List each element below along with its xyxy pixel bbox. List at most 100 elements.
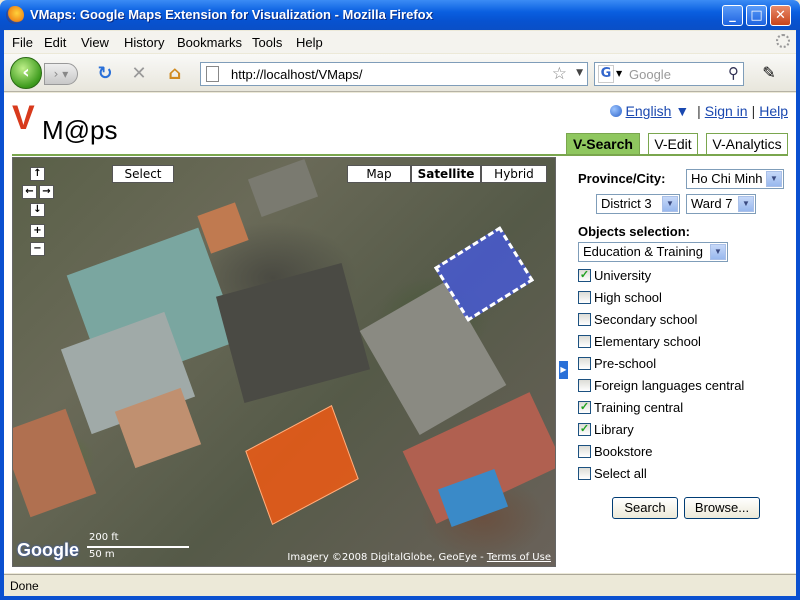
- checkbox[interactable]: [578, 357, 591, 370]
- satellite-map[interactable]: ↑ ← → ↓ + − Select Map Satellite Hybrid …: [12, 157, 556, 567]
- search-bar[interactable]: G ▼ Google ⚲: [594, 62, 744, 86]
- menu-tools[interactable]: Tools: [252, 35, 282, 50]
- close-button[interactable]: ✕: [770, 5, 791, 26]
- objects-label: Objects selection:: [578, 224, 690, 239]
- maximize-button[interactable]: □: [746, 5, 767, 26]
- scale-bar: [87, 546, 189, 548]
- province-value: Ho Chi Minh: [691, 171, 763, 186]
- copyright-text: Imagery ©2008 DigitalGlobe, GeoEye -: [287, 552, 487, 563]
- pan-left-button[interactable]: ←: [22, 185, 37, 199]
- tab-v-edit[interactable]: V-Edit: [648, 133, 698, 155]
- menu-view[interactable]: View: [81, 35, 109, 50]
- window-frame-bottom: [0, 596, 800, 600]
- tab-v-search[interactable]: V-Search: [566, 133, 640, 155]
- chevron-down-icon: ▼: [766, 171, 782, 187]
- library-polygon[interactable]: [245, 404, 359, 526]
- select-button[interactable]: Select: [112, 165, 174, 183]
- checkbox[interactable]: ✓: [578, 269, 591, 282]
- search-panel: Province/City: Ho Chi Minh ▼ District 3 …: [576, 163, 791, 563]
- pan-down-button[interactable]: ↓: [30, 203, 45, 217]
- pan-up-button[interactable]: ↑: [30, 167, 45, 181]
- search-placeholder: Google: [629, 67, 671, 82]
- terms-link[interactable]: Terms of Use: [487, 552, 551, 563]
- logo-text: M@ps: [42, 115, 118, 145]
- checkbox[interactable]: [578, 445, 591, 458]
- search-button[interactable]: Search: [612, 497, 678, 519]
- bookmark-star-icon[interactable]: ☆: [552, 64, 567, 84]
- map-type-map[interactable]: Map: [347, 165, 411, 183]
- separator: |: [751, 103, 756, 119]
- checkbox[interactable]: [578, 467, 591, 480]
- checkbox[interactable]: [578, 291, 591, 304]
- panel-toggle-button[interactable]: ▶: [559, 361, 568, 379]
- status-bar: Done: [4, 574, 796, 596]
- pan-right-button[interactable]: →: [39, 185, 54, 199]
- url-bar[interactable]: http://localhost/VMaps/ ☆ ▼: [200, 62, 588, 86]
- checkbox[interactable]: [578, 335, 591, 348]
- checkbox-label: Elementary school: [594, 334, 701, 349]
- zoom-in-button[interactable]: +: [30, 224, 45, 238]
- top-links: English ▼ | Sign in | Help: [609, 103, 788, 119]
- checkbox-label: Library: [594, 422, 634, 437]
- chevron-down-icon: ▼: [710, 244, 726, 260]
- app-tabs: V-Search V-Edit V-Analytics: [566, 133, 790, 155]
- minimize-button[interactable]: _: [722, 5, 743, 26]
- page-icon: [206, 66, 219, 82]
- back-button[interactable]: ‹: [10, 57, 42, 89]
- window-frame-right: [796, 30, 800, 600]
- firefox-icon: [6, 6, 24, 24]
- district-select[interactable]: District 3 ▼: [596, 194, 680, 214]
- help-link[interactable]: Help: [759, 103, 788, 119]
- map-scale: 200 ft 50 m: [87, 532, 191, 562]
- category-value: Education & Training: [583, 244, 703, 259]
- menu-bar: File Edit View History Bookmarks Tools H…: [4, 31, 796, 53]
- language-dropdown-icon[interactable]: ▼: [675, 103, 689, 119]
- reload-icon[interactable]: ↻: [94, 63, 116, 85]
- scale-feet: 200 ft: [89, 532, 119, 543]
- engine-dropdown-icon[interactable]: ▼: [616, 69, 622, 78]
- page-content: V M@ps English ▼ | Sign in | Help V-Search …: [4, 93, 796, 573]
- ward-select[interactable]: Ward 7 ▼: [686, 194, 756, 214]
- checkbox-label: Training central: [594, 400, 684, 415]
- province-select[interactable]: Ho Chi Minh ▼: [686, 169, 784, 189]
- home-icon[interactable]: ⌂: [164, 63, 186, 85]
- map-building: [215, 263, 371, 403]
- zoom-out-button[interactable]: −: [30, 242, 45, 256]
- checkbox[interactable]: ✓: [578, 401, 591, 414]
- globe-icon: [609, 105, 622, 117]
- map-type-hybrid[interactable]: Hybrid: [481, 165, 547, 183]
- menu-file[interactable]: File: [12, 35, 33, 50]
- forward-button[interactable]: › ▾: [44, 63, 78, 85]
- checkbox-label: Bookstore: [594, 444, 653, 459]
- window-title: VMaps: Google Maps Extension for Visuali…: [30, 7, 433, 22]
- menu-history[interactable]: History: [124, 35, 164, 50]
- signin-link[interactable]: Sign in: [705, 103, 748, 119]
- category-select[interactable]: Education & Training ▼: [578, 242, 728, 262]
- browse-button[interactable]: Browse...: [684, 497, 760, 519]
- logo-v-mark: V: [12, 99, 35, 137]
- language-link[interactable]: English: [626, 103, 672, 119]
- menu-bookmarks[interactable]: Bookmarks: [177, 35, 242, 50]
- checkbox[interactable]: [578, 313, 591, 326]
- menu-help[interactable]: Help: [296, 35, 323, 50]
- province-label: Province/City:: [578, 171, 666, 186]
- checkbox[interactable]: ✓: [578, 423, 591, 436]
- ward-value: Ward 7: [691, 196, 733, 211]
- google-logo: Google: [17, 540, 79, 560]
- tab-v-analytics[interactable]: V-Analytics: [706, 133, 788, 155]
- addon-tool-icon[interactable]: ✎: [756, 62, 782, 86]
- title-bar: VMaps: Google Maps Extension for Visuali…: [0, 0, 800, 30]
- map-building: [247, 158, 319, 218]
- search-icon[interactable]: ⚲: [728, 64, 739, 82]
- checkbox-label: Select all: [594, 466, 647, 481]
- chevron-down-icon: ▼: [738, 196, 754, 212]
- chevron-down-icon: ▼: [662, 196, 678, 212]
- vmaps-logo: V M@ps: [12, 99, 122, 147]
- google-engine-icon[interactable]: G: [598, 65, 614, 83]
- map-type-satellite[interactable]: Satellite: [411, 165, 481, 183]
- checkbox[interactable]: [578, 379, 591, 392]
- menu-edit[interactable]: Edit: [44, 35, 66, 50]
- url-dropdown-icon[interactable]: ▼: [576, 68, 583, 78]
- stop-icon[interactable]: ✕: [128, 63, 150, 85]
- scale-meters: 50 m: [89, 549, 115, 560]
